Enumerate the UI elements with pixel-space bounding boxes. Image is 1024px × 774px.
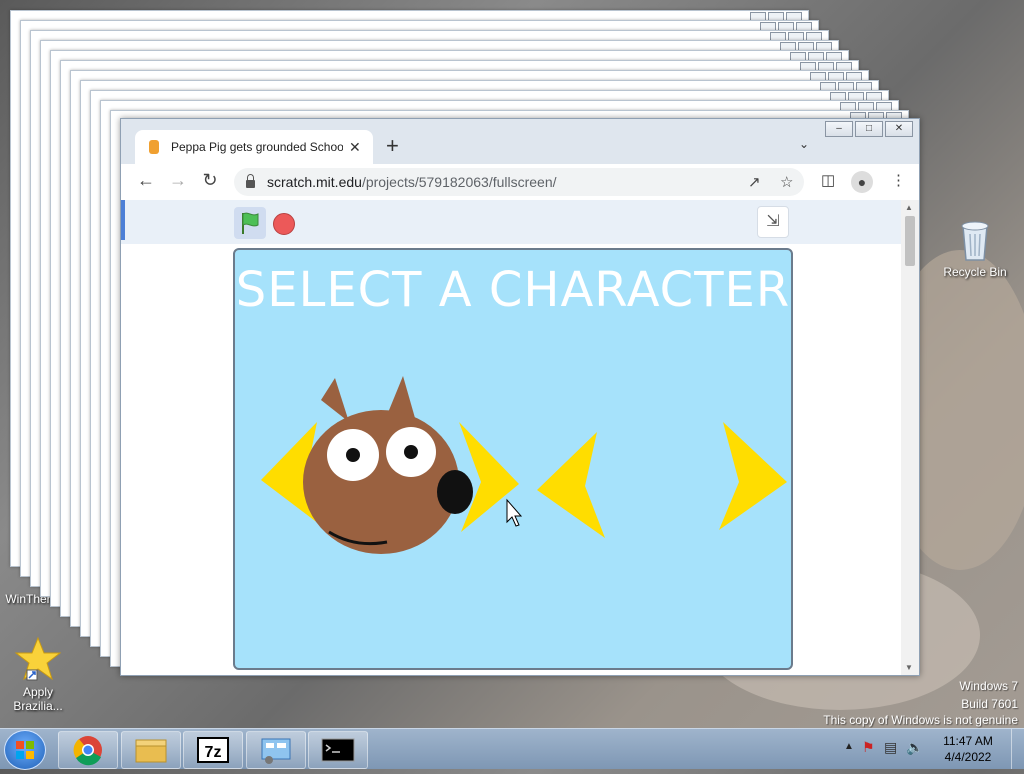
profile-icon[interactable]: ● bbox=[851, 171, 873, 193]
show-hidden-icons-icon[interactable]: ▲ bbox=[844, 741, 854, 752]
control-panel-icon bbox=[261, 738, 291, 764]
mouse-cursor-icon bbox=[506, 498, 523, 527]
tab-title: Peppa Pig gets grounded School bbox=[171, 140, 343, 154]
taskbar: 7z ▲ ⚑ ▤ 🔈 11:47 AM 4/4/2022 bbox=[0, 728, 1024, 769]
watermark-line-3: This copy of Windows is not genuine bbox=[823, 713, 1018, 727]
start-button[interactable] bbox=[4, 730, 46, 770]
scroll-down-icon[interactable]: ▼ bbox=[905, 663, 913, 672]
tab-search-chevron-icon[interactable]: ⌄ bbox=[799, 137, 809, 151]
star-icon bbox=[14, 636, 62, 681]
watermark-line-2: Build 7601 bbox=[961, 697, 1018, 711]
back-arrow-icon[interactable]: ← bbox=[134, 170, 158, 191]
address-bar[interactable]: scratch.mit.edu/projects/579182063/fulls… bbox=[234, 168, 804, 196]
green-flag-button[interactable] bbox=[234, 207, 266, 239]
terminal-icon bbox=[321, 738, 355, 762]
vertical-scrollbar[interactable]: ▲ ▼ bbox=[901, 200, 919, 675]
clock[interactable]: 11:47 AM 4/4/2022 bbox=[938, 733, 998, 765]
stage-graphics bbox=[261, 376, 787, 554]
taskbar-chrome-button[interactable] bbox=[58, 731, 118, 769]
clock-time: 11:47 AM bbox=[943, 734, 993, 748]
scrollbar-thumb[interactable] bbox=[905, 216, 915, 266]
browser-tab[interactable]: Peppa Pig gets grounded School ✕ bbox=[135, 130, 373, 164]
new-tab-button[interactable]: + bbox=[386, 135, 399, 157]
kebab-menu-icon[interactable]: ⋮ bbox=[891, 171, 906, 189]
forward-arrow-icon[interactable]: → bbox=[166, 170, 190, 191]
browser-toolbar: ← → ↻ scratch.mit.edu/projects/579182063… bbox=[121, 164, 919, 200]
desktop-icon-apply-brazilia[interactable]: Apply Brazilia... bbox=[0, 636, 76, 713]
dog-character-icon bbox=[303, 376, 473, 554]
system-tray: ▲ ⚑ ▤ 🔈 11:47 AM 4/4/2022 bbox=[834, 729, 1024, 769]
exit-fullscreen-icon[interactable]: ⇲ bbox=[757, 206, 789, 238]
scroll-up-icon[interactable]: ▲ bbox=[905, 203, 913, 212]
taskbar-7zip-button[interactable]: 7z bbox=[183, 731, 243, 769]
tab-close-icon[interactable]: ✕ bbox=[349, 139, 361, 156]
maximize-button[interactable]: □ bbox=[855, 121, 883, 137]
minimize-button[interactable]: – bbox=[825, 121, 853, 137]
taskbar-cmd-button[interactable] bbox=[308, 731, 368, 769]
share-icon[interactable]: ↗ bbox=[748, 173, 761, 191]
stop-sign-icon[interactable] bbox=[273, 213, 295, 235]
action-center-icon[interactable]: ⚑ bbox=[862, 739, 875, 756]
right-arrow-icon bbox=[719, 422, 787, 530]
chrome-icon bbox=[73, 736, 102, 766]
volume-icon[interactable]: 🔈 bbox=[906, 739, 923, 756]
taskbar-control-panel-button[interactable] bbox=[246, 731, 306, 769]
left-accent-strip bbox=[121, 200, 125, 240]
side-panel-icon[interactable]: ◫ bbox=[821, 171, 835, 189]
close-window-button[interactable]: ✕ bbox=[885, 121, 913, 137]
show-desktop-button[interactable] bbox=[1011, 729, 1024, 769]
left-arrow-icon bbox=[537, 432, 605, 538]
recycle-bin-label: Recycle Bin bbox=[943, 265, 1007, 279]
svg-text:7z: 7z bbox=[205, 744, 222, 761]
url-text: scratch.mit.edu/projects/579182063/fulls… bbox=[267, 174, 557, 190]
taskbar-explorer-button[interactable] bbox=[121, 731, 181, 769]
scratch-controls-bar: ⇲ bbox=[121, 200, 901, 244]
url-host: scratch.mit.edu bbox=[267, 174, 362, 190]
green-flag-icon bbox=[242, 212, 259, 234]
window-controls: – □ ✕ bbox=[825, 121, 913, 137]
scratch-stage[interactable]: SELECT A CHARACTER bbox=[233, 248, 793, 670]
recycle-bin-icon bbox=[961, 221, 989, 261]
clock-date: 4/4/2022 bbox=[944, 750, 992, 764]
url-path: /projects/579182063/fullscreen/ bbox=[361, 174, 557, 190]
scratch-favicon-icon bbox=[149, 140, 159, 154]
7zip-icon: 7z bbox=[197, 737, 229, 763]
browser-window: – □ ✕ Peppa Pig gets grounded School ✕ +… bbox=[120, 118, 920, 676]
watermark-line-1: Windows 7 bbox=[959, 679, 1018, 693]
bookmark-star-icon[interactable]: ☆ bbox=[780, 173, 793, 191]
apply-brazilia-label: Apply Brazilia... bbox=[13, 685, 63, 713]
network-icon[interactable]: ▤ bbox=[884, 739, 897, 756]
windows-logo-icon bbox=[16, 741, 34, 759]
desktop-icon-recycle-bin[interactable]: Recycle Bin bbox=[937, 214, 1013, 279]
reload-icon[interactable]: ↻ bbox=[198, 170, 222, 191]
page-content: ⇲ SELECT A CHARACTER ▲ ▼ bbox=[121, 200, 919, 675]
lock-icon bbox=[246, 174, 255, 188]
folder-icon bbox=[135, 739, 167, 763]
